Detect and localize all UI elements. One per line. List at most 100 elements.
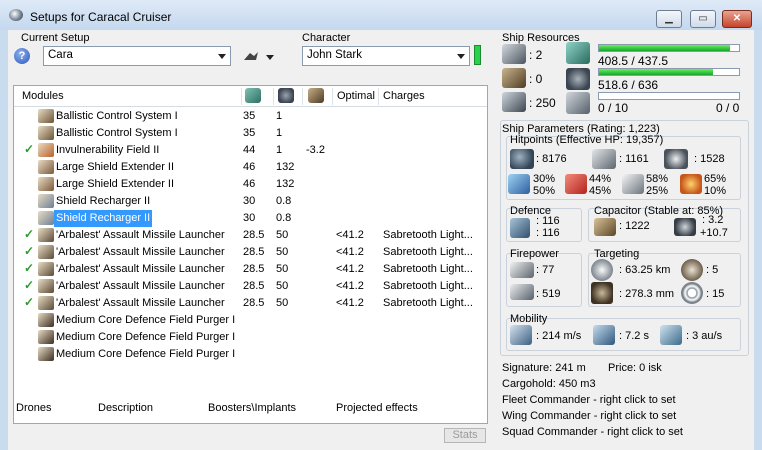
help-icon[interactable]: ? [14, 48, 30, 64]
capacitor-column-icon[interactable] [308, 88, 324, 103]
targeting-scan-resolution: : 278.3 mm [619, 288, 675, 300]
drones-value: 0 / 0 [716, 101, 740, 115]
tab-projected-effects[interactable]: Projected effects [336, 402, 418, 414]
field-purger-icon [38, 347, 54, 361]
module-row[interactable]: ✓ 'Arbalest' Assault Missile Launcher 28.5… [14, 244, 487, 261]
module-active-check[interactable]: ✓ [24, 278, 34, 292]
module-row[interactable]: Ballistic Control System I 35 1 [14, 108, 487, 125]
module-row[interactable]: Medium Core Defence Field Purger I [14, 346, 487, 363]
optimal-column-header[interactable]: Optimal [337, 90, 375, 102]
module-charges: Sabretooth Light... [383, 246, 473, 258]
squad-commander-text[interactable]: Squad Commander - right click to set [502, 426, 683, 438]
capacitor-delta-b: +10.7 [700, 227, 728, 239]
explosive-resist-icon [680, 174, 702, 194]
modules-column-header[interactable]: Modules [22, 90, 64, 102]
firepower-title: Firepower [510, 248, 559, 260]
ship-options-icon [244, 52, 274, 60]
scan-resolution-icon [591, 282, 613, 304]
capacitor-recharge-icon [674, 218, 696, 236]
module-active-check[interactable]: ✓ [24, 295, 34, 309]
module-cpu: 28.5 [243, 263, 265, 275]
turret-hardpoint-icon [502, 44, 526, 64]
setup-options-button[interactable] [240, 48, 276, 66]
powergrid-bar [598, 68, 740, 76]
module-row[interactable]: Ballistic Control System I 35 1 [14, 125, 487, 142]
module-power: 50 [276, 229, 289, 241]
module-row[interactable]: Medium Core Defence Field Purger I [14, 312, 487, 329]
module-row[interactable]: ✓ 'Arbalest' Assault Missile Launcher 28.5… [14, 227, 487, 244]
tab-drones[interactable]: Drones [16, 402, 51, 414]
module-row[interactable]: ✓ 'Arbalest' Assault Missile Launcher 28.5… [14, 295, 487, 312]
module-row[interactable]: Large Shield Extender II 46 132 [14, 159, 487, 176]
module-row[interactable]: ✓ Invulnerability Field II 44 1 -3.2 [14, 142, 487, 159]
cpu-column-icon[interactable] [245, 88, 261, 103]
module-power: 132 [276, 178, 295, 190]
column-divider [273, 88, 274, 105]
missile-launcher-icon [38, 296, 54, 310]
calibration-icon [566, 92, 590, 114]
column-divider [302, 88, 303, 105]
module-row[interactable]: ✓ 'Arbalest' Assault Missile Launcher 28.5… [14, 278, 487, 295]
module-active-check[interactable]: ✓ [24, 261, 34, 275]
explosive-armor-resist: 10% [704, 185, 727, 197]
powergrid-column-icon[interactable] [278, 88, 294, 103]
column-divider [378, 88, 379, 105]
minimize-button[interactable]: ▁ [656, 10, 682, 28]
drone-bay-value: : 250 [529, 96, 556, 110]
module-active-check[interactable]: ✓ [24, 244, 34, 258]
module-cpu: 30 [243, 212, 256, 224]
cpu-value: 408.5 / 437.5 [598, 54, 669, 68]
module-charges: Sabretooth Light... [383, 280, 473, 292]
module-cpu: 28.5 [243, 246, 265, 258]
targeting-sensor-strength: : 15 [706, 288, 725, 300]
maximize-button[interactable]: ▭ [690, 10, 716, 28]
chevron-down-icon [218, 54, 226, 59]
module-optimal: <41.2 [336, 263, 364, 275]
bottom-tabs: Drones Description Boosters\Implants Pro… [0, 396, 485, 420]
field-purger-icon [38, 313, 54, 327]
targeting-range: : 63.25 km [619, 264, 671, 276]
module-active-check[interactable]: ✓ [24, 227, 34, 241]
module-name: 'Arbalest' Assault Missile Launcher [56, 297, 225, 309]
module-power: 50 [276, 280, 289, 292]
module-charges: Sabretooth Light... [383, 297, 473, 309]
charges-column-header[interactable]: Charges [383, 90, 425, 102]
em-shield-resist: 30% [533, 173, 556, 185]
module-cpu: 28.5 [243, 297, 265, 309]
module-name: Ballistic Control System I [56, 110, 178, 122]
character-status-indicator [474, 45, 481, 65]
character-select[interactable]: John Stark [302, 46, 470, 66]
modules-list[interactable]: Modules Optimal Charges Ballistic Contro… [13, 85, 488, 424]
firepower-dps: : 519 [536, 288, 561, 300]
fleet-commander-text[interactable]: Fleet Commander - right click to set [502, 394, 676, 406]
hitpoints-title: Hitpoints (Effective HP: 19,357) [510, 134, 664, 146]
em-armor-resist: 50% [533, 185, 556, 197]
tab-description[interactable]: Description [98, 402, 153, 414]
module-name: Medium Core Defence Field Purger I [56, 314, 236, 326]
setup-value: Cara [48, 49, 73, 61]
module-name: Ballistic Control System I [56, 127, 178, 139]
module-cpu: 28.5 [243, 229, 265, 241]
module-row[interactable]: Shield Recharger II 30 0.8 [14, 193, 487, 210]
module-row[interactable]: Large Shield Extender II 46 132 [14, 176, 487, 193]
shield-recharger-icon [38, 194, 54, 208]
setup-select[interactable]: Cara [43, 46, 231, 66]
explosive-shield-resist: 65% [704, 173, 727, 185]
module-power: 50 [276, 263, 289, 275]
armor-hp-value: : 1161 [619, 153, 649, 165]
module-cpu: 28.5 [243, 280, 265, 292]
stats-button[interactable]: Stats [444, 428, 486, 443]
shield-hp-value: : 8176 [536, 153, 567, 165]
wing-commander-text[interactable]: Wing Commander - right click to set [502, 410, 676, 422]
close-button[interactable]: ✕ [722, 10, 752, 28]
module-charges: Sabretooth Light... [383, 263, 473, 275]
signature-text: Signature: 241 m [502, 362, 586, 374]
module-row[interactable]: ✓ 'Arbalest' Assault Missile Launcher 28.5… [14, 261, 487, 278]
tab-boosters-implants[interactable]: Boosters\Implants [208, 402, 296, 414]
armor-hp-icon [592, 149, 616, 169]
module-name: Shield Recharger II [54, 210, 153, 227]
module-row[interactable]: Medium Core Defence Field Purger I [14, 329, 487, 346]
module-active-check[interactable]: ✓ [24, 142, 34, 156]
modules-header: Modules Optimal Charges [14, 86, 487, 107]
module-row[interactable]: Shield Recharger II 30 0.8 [14, 210, 487, 227]
